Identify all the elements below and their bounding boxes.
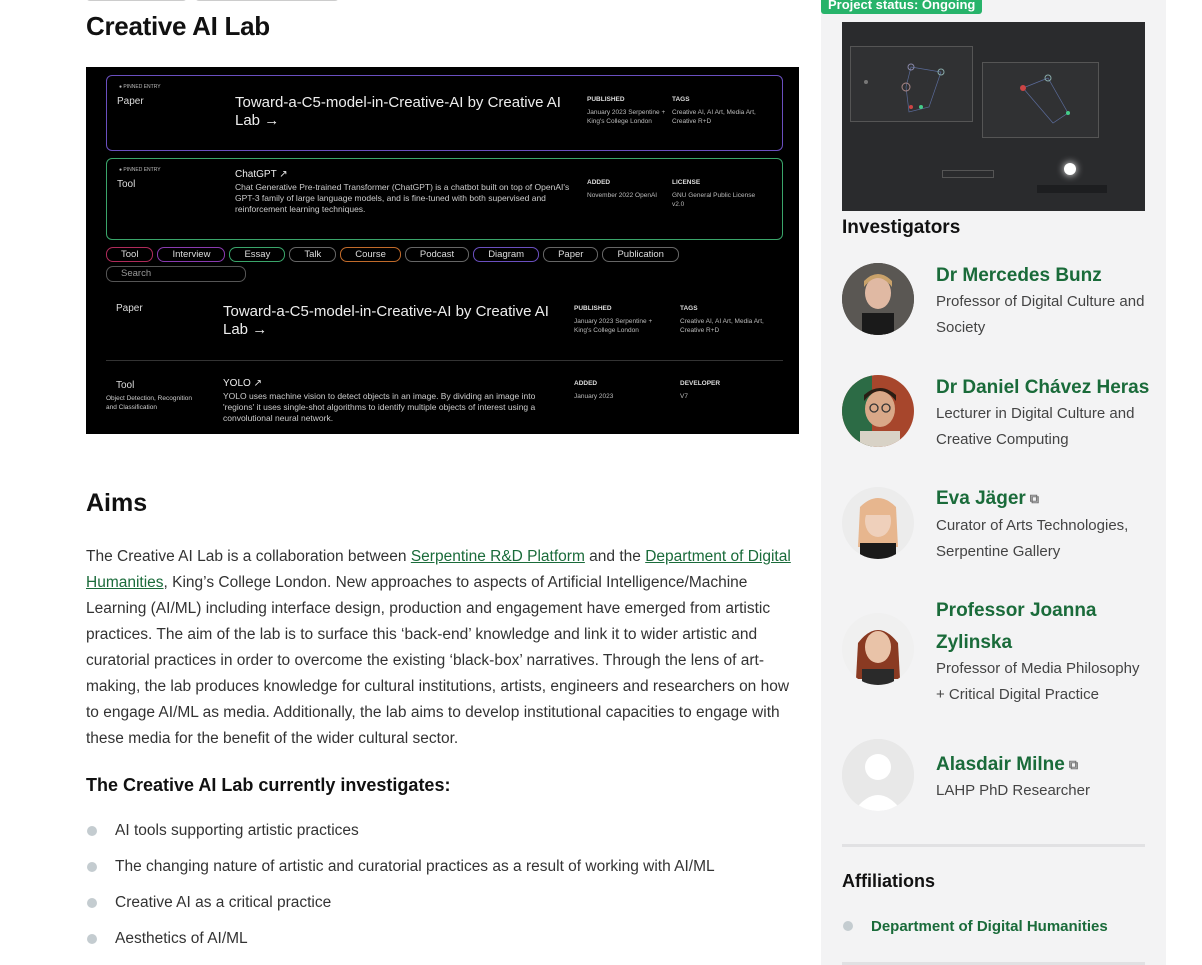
project-status-badge: Project status: Ongoing — [821, 0, 983, 14]
avatar — [842, 487, 914, 559]
investigator-name[interactable]: Alasdair Milne — [936, 754, 1065, 775]
thumbnail-screen — [850, 46, 973, 122]
hero-image: ● PINNED ENTRY Paper Toward-a-C5-model-i… — [86, 67, 799, 434]
affiliations-heading: Affiliations — [842, 871, 935, 891]
investigator-card: Alasdair Milne ⧉ LAHP PhD Researcher — [842, 739, 1147, 819]
serpentine-link[interactable]: Serpentine R&D Platform — [411, 548, 585, 565]
filter-chip: Paper — [543, 247, 599, 262]
entry-meta-heading: ADDED — [574, 380, 598, 387]
entry-kind: Paper — [116, 303, 143, 314]
list-item: Creative AI as a critical practice — [86, 890, 715, 926]
entry-meta-value: Creative AI, AI Art, Media Art, Creative… — [680, 318, 764, 334]
node-graph-icon — [1020, 74, 1070, 124]
entry-meta-value: Creative AI, AI Art, Media Art, Creative… — [672, 109, 756, 125]
investigates-heading: The Creative AI Lab currently investigat… — [86, 775, 451, 795]
list-item: Aesthetics of AI/ML — [86, 926, 715, 962]
investigator-role: Lecturer in Digital Culture and Creative… — [936, 405, 1135, 448]
aims-heading: Aims — [86, 489, 148, 517]
hero-entry-row: Tool Object Detection, Recognition and C… — [106, 372, 783, 432]
entry-meta-heading: PUBLISHED — [574, 305, 612, 312]
aims-text-mid: and the — [584, 548, 646, 565]
entry-subkind: Object Detection, Recognition and Classi… — [106, 395, 192, 411]
investigates-list: AI tools supporting artistic practices T… — [86, 818, 715, 962]
entry-kind: Tool — [117, 179, 136, 190]
sidebar: Project status: Ongoing Investigators Dr… — [821, 0, 1166, 965]
hero-entry-row: Paper Toward-a-C5-model-in-Creative-AI b… — [106, 297, 783, 361]
list-item: AI tools supporting artistic practices — [86, 818, 715, 854]
investigators-heading: Investigators — [842, 217, 961, 238]
pinned-label: ● PINNED ENTRY — [119, 167, 161, 173]
filter-chip: Diagram — [473, 247, 540, 262]
investigator-card: Eva Jäger ⧉ Curator of Arts Technologies,… — [842, 487, 1147, 567]
entry-description: Chat Generative Pre-trained Transformer … — [235, 182, 570, 214]
entry-title: YOLO ↗ — [223, 378, 262, 389]
investigator-name[interactable]: Dr Mercedes Bunz — [936, 260, 1151, 292]
list-item: The changing nature of artistic and cura… — [86, 854, 715, 890]
entry-description: YOLO uses machine vision to detect objec… — [223, 391, 536, 423]
top-tag-stubs — [86, 0, 339, 1]
entry-kind: Tool — [116, 380, 135, 391]
investigator-name[interactable]: Eva Jäger — [936, 488, 1026, 509]
filter-chip: Talk — [289, 247, 337, 262]
filter-chip: Tool — [106, 247, 154, 262]
entry-title: Toward-a-C5-model-in-Creative-AI by Crea… — [223, 303, 549, 338]
investigator-role: Curator of Arts Technologies, Serpentine… — [936, 517, 1129, 560]
entry-meta-value: November 2022 OpenAI — [587, 192, 658, 199]
entry-meta-heading: PUBLISHED — [587, 96, 625, 103]
investigator-name-row: Alasdair Milne ⧉ — [936, 749, 1151, 781]
pinned-label: ● PINNED ENTRY — [119, 84, 161, 90]
hero-search-box: Search — [106, 266, 246, 282]
entry-meta-value: January 2023 Serpentine + King's College… — [587, 109, 666, 125]
avatar — [842, 375, 914, 447]
investigator-name[interactable]: Dr Daniel Chávez Heras — [936, 372, 1151, 404]
entry-meta-heading: LICENSE — [672, 179, 701, 186]
aims-paragraph: The Creative AI Lab is a collaboration b… — [86, 544, 799, 752]
hero-entry-row: ● PINNED ENTRY Tool ChatGPT ↗ Chat Gener… — [106, 158, 783, 240]
filter-chip: Essay — [229, 247, 286, 262]
entry-meta-heading: DEVELOPER — [680, 380, 721, 387]
external-link-icon[interactable]: ⧉ — [1069, 757, 1078, 772]
investigator-role: LAHP PhD Researcher — [936, 782, 1090, 799]
entry-title: Toward-a-C5-model-in-Creative-AI by Crea… — [235, 94, 561, 129]
entry-meta-value: January 2023 — [574, 393, 614, 400]
investigator-card: Professor Joanna Zylinska Professor of M… — [842, 597, 1147, 707]
filter-chip: Interview — [157, 247, 226, 262]
aims-text-end: , King’s College London. New approaches … — [86, 574, 790, 747]
investigator-role: Professor of Digital Culture and Society — [936, 293, 1145, 336]
investigator-card: Dr Daniel Chávez Heras Lecturer in Digit… — [842, 375, 1149, 455]
entry-meta-value: January 2023 Serpentine + King's College… — [574, 318, 653, 334]
investigator-name[interactable]: Professor Joanna Zylinska — [936, 595, 1151, 659]
hero-filter-bar: Tool Interview Essay Talk Course Podcast… — [106, 247, 679, 262]
node-graph-icon — [864, 63, 945, 113]
affiliation-link[interactable]: Department of Digital Humanities — [842, 915, 1108, 939]
thumbnail-toolbar — [942, 170, 994, 178]
page-title: Creative AI Lab — [86, 11, 270, 41]
filter-chip: Publication — [602, 247, 679, 262]
divider — [842, 844, 1145, 847]
external-link-icon[interactable]: ⧉ — [1030, 491, 1039, 506]
entry-title: ChatGPT ↗ — [235, 169, 288, 180]
thumbnail-screen — [982, 62, 1099, 138]
entry-meta-heading: TAGS — [672, 96, 690, 103]
entry-meta-heading: ADDED — [587, 179, 611, 186]
light-orb-icon — [1064, 163, 1076, 175]
thumbnail-desk — [1037, 185, 1107, 193]
hero-entry-row: ● PINNED ENTRY Paper Toward-a-C5-model-i… — [106, 75, 783, 151]
tag-stub[interactable] — [195, 0, 339, 1]
avatar — [842, 613, 914, 685]
project-thumbnail — [842, 22, 1145, 211]
avatar — [842, 739, 914, 811]
investigator-card: Dr Mercedes Bunz Professor of Digital Cu… — [842, 263, 1147, 343]
aims-text-start: The Creative AI Lab is a collaboration b… — [86, 548, 411, 565]
entry-meta-value: GNU General Public License v2.0 — [672, 192, 756, 208]
entry-meta-heading: TAGS — [680, 305, 698, 312]
entry-kind: Paper — [117, 96, 144, 107]
entry-meta-value: V7 — [680, 393, 688, 400]
filter-chip: Course — [340, 247, 401, 262]
investigator-name-row: Eva Jäger ⧉ — [936, 483, 1151, 515]
avatar — [842, 263, 914, 335]
filter-chip: Podcast — [404, 247, 470, 262]
tag-stub[interactable] — [86, 0, 187, 1]
investigator-role: Professor of Media Philosophy + Critical… — [936, 660, 1140, 703]
